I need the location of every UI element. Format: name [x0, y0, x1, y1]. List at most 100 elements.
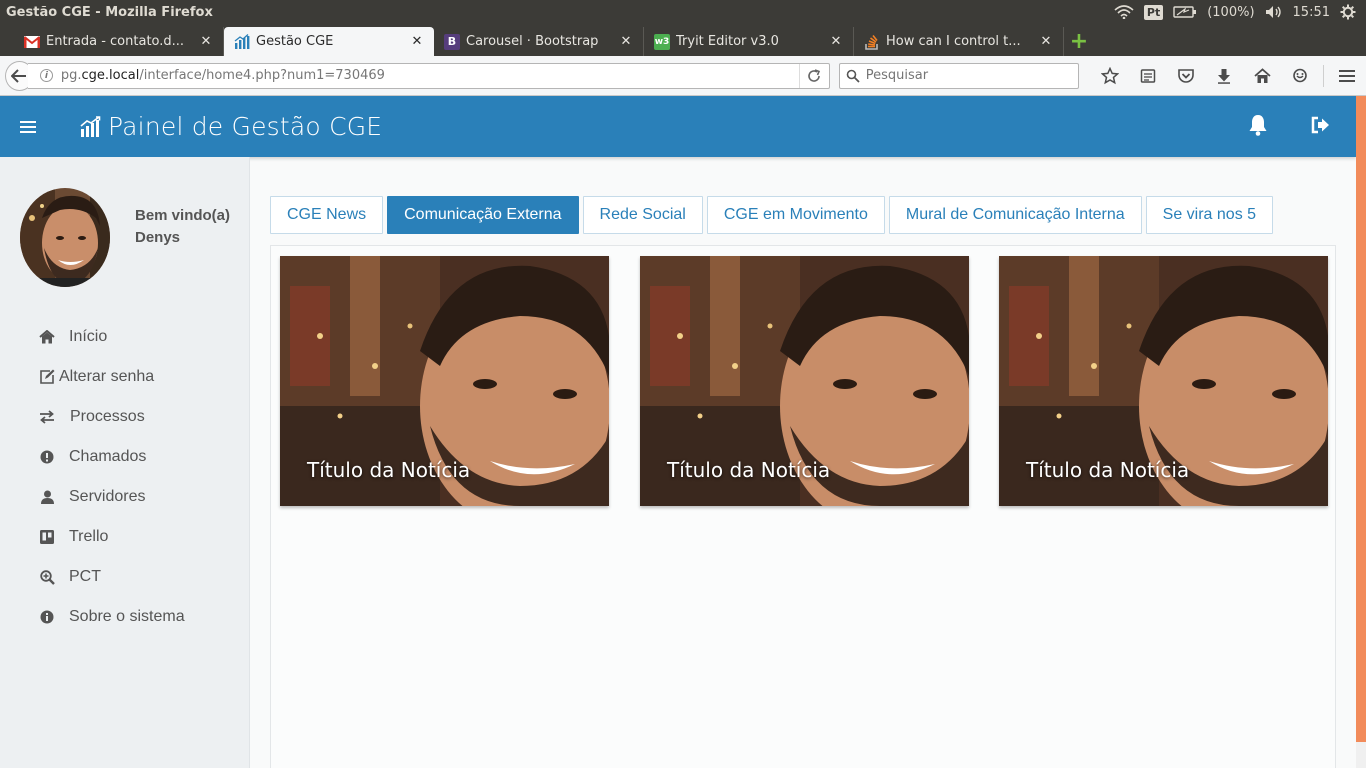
brand[interactable]: Painel de Gestão CGE [80, 112, 382, 141]
tab-mural-comunicacao-interna[interactable]: Mural de Comunicação Interna [888, 196, 1142, 234]
search-bar[interactable] [838, 62, 1079, 89]
volume-icon[interactable] [1265, 5, 1283, 19]
avatar [20, 188, 110, 287]
clock[interactable]: 15:51 [1293, 5, 1330, 20]
reload-icon[interactable] [798, 63, 829, 88]
content-tabs: CGE News Comunicação Externa Rede Social… [270, 196, 1336, 235]
close-icon[interactable]: ✕ [619, 34, 633, 49]
main-content: CGE News Comunicação Externa Rede Social… [270, 196, 1336, 768]
toolbar-divider [1323, 64, 1324, 87]
sidebar-menu: Início Alterar senha Processos Chamados … [0, 317, 250, 637]
tab-label: How can I control t... [886, 34, 1021, 49]
news-card-title: Título da Notícia [1026, 458, 1190, 482]
browser-tab-bootstrap[interactable]: B Carousel · Bootstrap ✕ [434, 27, 644, 56]
url-text[interactable]: pg.cge.local/interface/home4.php?num1=73… [61, 68, 799, 83]
chat-icon[interactable] [1281, 61, 1319, 91]
close-icon[interactable]: ✕ [829, 34, 843, 49]
sidebar-item-label: PCT [69, 568, 101, 585]
w3schools-icon: w3 [654, 33, 670, 50]
zoom-icon [39, 569, 55, 585]
battery-percent: (100%) [1207, 4, 1255, 20]
menu-icon[interactable] [1328, 61, 1366, 91]
tab-label: Entrada - contato.d... [46, 34, 185, 49]
tab-label: Gestão CGE [256, 34, 334, 49]
tab-rede-social[interactable]: Rede Social [582, 196, 703, 234]
chart-favicon-icon [234, 33, 250, 50]
news-card[interactable]: Título da Notícia [999, 256, 1328, 506]
url-prefix: pg. [60, 68, 82, 83]
close-icon[interactable]: ✕ [199, 34, 213, 49]
url-bar[interactable]: i pg.cge.local/interface/home4.php?num1=… [27, 62, 830, 89]
user-name: Denys [135, 229, 181, 246]
browser-tab-strip: Entrada - contato.d... ✕ Gestão CGE ✕ B … [0, 24, 1366, 56]
info-icon [39, 609, 55, 625]
sidebar-item-chamados[interactable]: Chamados [0, 437, 250, 477]
browser-tab-stackoverflow[interactable]: How can I control t... ✕ [854, 27, 1064, 56]
sidebar-item-trello[interactable]: Trello [0, 517, 250, 557]
system-gear-icon[interactable] [1340, 4, 1356, 20]
pocket-icon[interactable] [1167, 61, 1205, 91]
tab-cge-em-movimento[interactable]: CGE em Movimento [706, 196, 885, 234]
new-tab-plus-icon[interactable]: + [1064, 27, 1094, 56]
close-icon[interactable]: ✕ [410, 34, 424, 49]
search-input[interactable] [865, 68, 1066, 83]
keyboard-layout-indicator[interactable]: Pt [1143, 4, 1164, 20]
trello-icon [39, 529, 55, 545]
browser-tab-gmail[interactable]: Entrada - contato.d... ✕ [14, 27, 224, 56]
bookmark-star-icon[interactable] [1091, 61, 1129, 91]
edit-icon [39, 369, 55, 385]
exchange-icon [39, 409, 55, 425]
os-top-panel: Gestão CGE - Mozilla Firefox Pt (100%) 1… [0, 0, 1366, 24]
sidebar-item-label: Início [69, 328, 108, 345]
tab-cge-news[interactable]: CGE News [270, 196, 384, 234]
system-tray: Pt (100%) 15:51 [1114, 4, 1366, 20]
welcome-text: Bem vindo(a) Denys [135, 205, 230, 249]
page-scrollbar-thumb[interactable] [1356, 96, 1366, 742]
app-header: Painel de Gestão CGE [0, 96, 1356, 157]
search-icon [846, 69, 860, 83]
battery-icon[interactable] [1173, 6, 1197, 18]
home-icon[interactable] [1243, 61, 1281, 91]
toolbar-icons [1091, 61, 1366, 91]
download-icon[interactable] [1205, 61, 1243, 91]
logout-icon[interactable] [1310, 116, 1330, 138]
arrow-left-icon [11, 68, 27, 83]
news-card-title: Título da Notícia [667, 458, 831, 482]
browser-tab-gestao-cge[interactable]: Gestão CGE ✕ [224, 27, 434, 56]
sidebar-item-label: Servidores [69, 488, 146, 505]
gmail-icon [24, 34, 40, 50]
navigation-toolbar: i pg.cge.local/interface/home4.php?num1=… [0, 56, 1366, 96]
sidebar-item-label: Chamados [69, 448, 147, 465]
notification-bell-icon[interactable] [1248, 114, 1268, 140]
reading-list-icon[interactable] [1129, 61, 1167, 91]
tab-comunicacao-externa[interactable]: Comunicação Externa [387, 196, 579, 234]
news-card[interactable]: Título da Notícia [280, 256, 609, 506]
home-icon [39, 329, 55, 345]
sidebar-item-processos[interactable]: Processos [0, 397, 250, 437]
sidebar-item-sobre[interactable]: Sobre o sistema [0, 597, 250, 637]
sidebar-item-label: Processos [70, 408, 145, 425]
alert-circle-icon [39, 449, 55, 465]
wifi-icon[interactable] [1114, 5, 1134, 19]
tab-panel: Título da Notícia Título da Notícia Títu… [270, 245, 1336, 768]
bar-chart-logo-icon [80, 115, 101, 137]
header-actions [1248, 114, 1330, 140]
sidebar-item-inicio[interactable]: Início [0, 317, 250, 357]
url-path: /interface/home4.php?num1=730469 [139, 68, 385, 83]
url-host: cge.local [81, 68, 140, 83]
info-icon[interactable]: i [39, 69, 53, 82]
browser-tab-tryit[interactable]: w3 Tryit Editor v3.0 ✕ [644, 27, 854, 56]
window-title: Gestão CGE - Mozilla Firefox [6, 4, 213, 20]
tab-label: Tryit Editor v3.0 [676, 34, 779, 49]
hamburger-menu-icon[interactable] [20, 120, 36, 133]
news-card-title: Título da Notícia [307, 458, 471, 482]
sidebar-item-label: Sobre o sistema [69, 608, 185, 625]
sidebar-item-pct[interactable]: PCT [0, 557, 250, 597]
sidebar-item-label: Alterar senha [59, 368, 155, 385]
tab-se-vira-nos-5[interactable]: Se vira nos 5 [1145, 196, 1274, 234]
sidebar-item-servidores[interactable]: Servidores [0, 477, 250, 517]
news-card[interactable]: Título da Notícia [640, 256, 969, 506]
web-app: Painel de Gestão CGE Bem vindo(a) Denys … [0, 96, 1356, 768]
close-icon[interactable]: ✕ [1039, 34, 1053, 49]
sidebar-item-alterar-senha[interactable]: Alterar senha [0, 357, 250, 397]
